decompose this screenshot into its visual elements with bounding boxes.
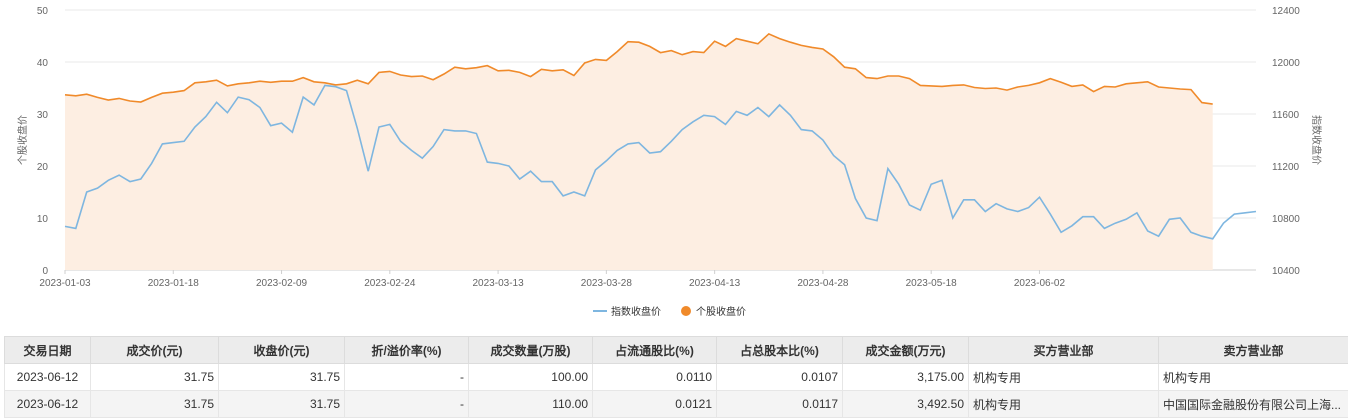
table-header-row: 交易日期 成交价(元) 收盘价(元) 折/溢价率(%) 成交数量(万股) 占流通… [4, 336, 1348, 364]
x-tick-label: 2023-03-28 [581, 278, 633, 289]
cell-premium-rate: - [344, 363, 469, 391]
legend-stock-swatch [681, 306, 691, 316]
cell-total-share-ratio: 0.0107 [716, 363, 843, 391]
cell-trade-date: 2023-06-12 [4, 390, 91, 418]
left-tick-label: 0 [42, 266, 48, 277]
x-tick-label: 2023-06-02 [1014, 278, 1066, 289]
cell-total-share-ratio: 0.0117 [716, 390, 843, 418]
header-seller-branch[interactable]: 卖方营业部 [1158, 336, 1348, 364]
x-tick-label: 2023-04-28 [797, 278, 849, 289]
header-total-share-ratio[interactable]: 占总股本比(%) [716, 336, 843, 364]
right-tick-label: 10400 [1272, 266, 1300, 277]
header-premium-rate[interactable]: 折/溢价率(%) [344, 336, 469, 364]
right-tick-label: 10800 [1272, 214, 1300, 225]
right-axis-title: 指数收盘价 [1310, 115, 1323, 165]
x-axis-ticks: 2023-01-03 2023-01-18 2023-02-09 2023-02-24… [39, 270, 1065, 289]
table-row: 2023-06-12 31.75 31.75 - 110.00 0.0121 0… [4, 390, 1348, 418]
x-tick-label: 2023-01-18 [148, 278, 200, 289]
header-trade-date[interactable]: 交易日期 [4, 336, 91, 364]
header-float-share-ratio[interactable]: 占流通股比(%) [592, 336, 717, 364]
left-axis-title: 个股收盘价 [16, 115, 29, 165]
cell-close-price: 31.75 [218, 363, 345, 391]
cell-trade-date: 2023-06-12 [4, 363, 91, 391]
cell-buyer-branch[interactable]: 机构专用 [968, 363, 1159, 391]
right-tick-label: 11200 [1272, 162, 1300, 173]
left-tick-label: 50 [37, 6, 49, 17]
left-tick-label: 30 [37, 110, 49, 121]
right-axis-ticks: 10400 10800 11200 11600 12000 12400 [1272, 6, 1300, 277]
left-tick-label: 10 [37, 214, 49, 225]
legend[interactable]: 指数收盘价 个股收盘价 [593, 305, 746, 318]
header-volume[interactable]: 成交数量(万股) [468, 336, 593, 364]
stock-area-fill [65, 33, 1213, 271]
x-tick-label: 2023-02-09 [256, 278, 308, 289]
cell-float-share-ratio: 0.0121 [592, 390, 717, 418]
legend-item-stock[interactable]: 个股收盘价 [681, 305, 746, 318]
cell-amount: 3,175.00 [842, 363, 969, 391]
x-tick-label: 2023-02-24 [364, 278, 416, 289]
cell-seller-branch[interactable]: 中国国际金融股份有限公司上海... [1158, 390, 1348, 418]
right-tick-label: 11600 [1272, 110, 1300, 121]
left-tick-label: 40 [37, 58, 49, 69]
x-tick-label: 2023-03-13 [473, 278, 525, 289]
legend-stock-label: 个股收盘价 [696, 305, 746, 318]
cell-amount: 3,492.50 [842, 390, 969, 418]
block-trade-table: 交易日期 成交价(元) 收盘价(元) 折/溢价率(%) 成交数量(万股) 占流通… [4, 336, 1348, 418]
cell-seller-branch[interactable]: 机构专用 [1158, 363, 1348, 391]
x-tick-label: 2023-01-03 [39, 278, 91, 289]
table-row: 2023-06-12 31.75 31.75 - 100.00 0.0110 0… [4, 363, 1348, 391]
cell-trade-price: 31.75 [90, 390, 219, 418]
cell-trade-price: 31.75 [90, 363, 219, 391]
header-close-price[interactable]: 收盘价(元) [218, 336, 345, 364]
header-trade-price[interactable]: 成交价(元) [90, 336, 219, 364]
cell-close-price: 31.75 [218, 390, 345, 418]
price-chart: 0 10 20 30 40 50 10400 10800 11200 11600 12000 124… [16, 6, 1323, 318]
header-amount[interactable]: 成交金额(万元) [842, 336, 969, 364]
header-buyer-branch[interactable]: 买方营业部 [968, 336, 1159, 364]
legend-item-index[interactable]: 指数收盘价 [593, 305, 661, 318]
cell-volume: 110.00 [468, 390, 593, 418]
left-axis-ticks: 0 10 20 30 40 50 [37, 6, 49, 277]
right-tick-label: 12400 [1272, 6, 1300, 17]
x-tick-label: 2023-04-13 [689, 278, 741, 289]
left-tick-label: 20 [37, 162, 49, 173]
x-tick-label: 2023-05-18 [906, 278, 958, 289]
legend-index-label: 指数收盘价 [611, 305, 661, 318]
cell-buyer-branch[interactable]: 机构专用 [968, 390, 1159, 418]
cell-volume: 100.00 [468, 363, 593, 391]
right-tick-label: 12000 [1272, 58, 1300, 69]
cell-float-share-ratio: 0.0110 [592, 363, 717, 391]
cell-premium-rate: - [344, 390, 469, 418]
